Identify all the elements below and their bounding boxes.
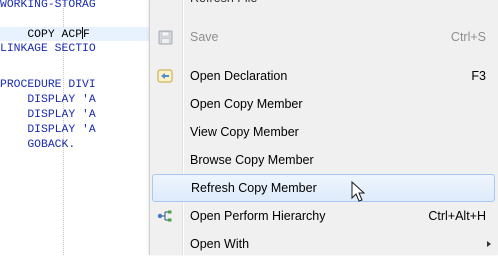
menu-item-label: Save: [190, 30, 219, 44]
code-line: DISPLAY 'A: [0, 124, 96, 136]
menu-item-label: View Copy Member: [190, 125, 299, 139]
code-line: WORKING-STORAG: [0, 0, 96, 11]
menu-item-open-with[interactable]: Open With: [150, 230, 498, 258]
menu-item-label: Open Perform Hierarchy: [190, 209, 326, 223]
menu-item-open-copy-member[interactable]: Open Copy Member: [150, 90, 498, 118]
code-line: DISPLAY 'A: [0, 94, 96, 106]
mouse-pointer-icon: [351, 181, 366, 202]
menu-item-refresh-copy-member[interactable]: Refresh Copy Member: [152, 174, 495, 202]
menu-item-label: Open Declaration: [190, 69, 288, 83]
code-line: PROCEDURE DIVI: [0, 79, 96, 91]
submenu-arrow-icon: [487, 241, 491, 247]
menu-item-browse-copy-member[interactable]: Browse Copy Member: [150, 146, 498, 174]
menu-item-label: Browse Copy Member: [190, 153, 314, 167]
menu-item-save[interactable]: Save Ctrl+S: [150, 23, 498, 51]
code-line: DISPLAY 'A: [0, 109, 96, 121]
menu-item-label: Refresh Copy Member: [191, 181, 317, 195]
menu-item-shortcut: F3: [471, 69, 486, 83]
menu-item-refresh-file[interactable]: Refresh File: [150, 0, 498, 12]
menu-item-shortcut: Ctrl+Alt+H: [428, 209, 486, 223]
menu-item-open-perform-hierarchy[interactable]: Open Perform Hierarchy Ctrl+Alt+H: [150, 202, 498, 230]
hierarchy-icon: [157, 208, 173, 224]
menu-item-view-copy-member[interactable]: View Copy Member: [150, 118, 498, 146]
menu-item-open-declaration[interactable]: Open Declaration F3: [150, 62, 498, 90]
menu-item-label: Open Copy Member: [190, 97, 303, 111]
save-icon: [157, 29, 173, 45]
context-menu: Refresh File Save Ctrl+S Open Declaratio…: [149, 0, 498, 255]
code-line: GOBACK.: [0, 139, 76, 151]
menu-item-label: Refresh File: [190, 0, 257, 12]
menu-item-label: Open With: [190, 237, 250, 251]
code-line: LINKAGE SECTIO: [0, 43, 96, 55]
code-line-current[interactable]: COPY ACPF: [0, 27, 160, 41]
menu-item-shortcut: Ctrl+S: [450, 30, 486, 44]
open-declaration-icon: [157, 68, 173, 84]
